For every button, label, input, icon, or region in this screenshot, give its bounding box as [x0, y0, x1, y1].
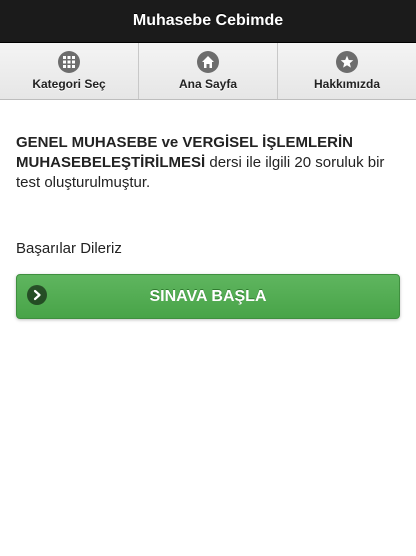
main-content: GENEL MUHASEBE ve VERGİSEL İŞLEMLERİN MU…	[0, 133, 416, 319]
app-header: Muhasebe Cebimde	[0, 0, 416, 43]
nav-item-about[interactable]: Hakkımızda	[278, 43, 416, 99]
greeting-text: Başarılar Dileriz	[16, 240, 122, 257]
nav-label-about: Hakkımızda	[313, 77, 381, 91]
grid-icon	[58, 51, 80, 73]
app-title: Muhasebe Cebimde	[132, 12, 284, 29]
nav-label-home: Ana Sayfa	[178, 77, 238, 91]
arrow-right-icon	[27, 285, 47, 305]
start-exam-button[interactable]: SINAVA BAŞLA	[16, 274, 400, 319]
nav-item-category[interactable]: Kategori Seç	[0, 43, 139, 99]
star-icon	[336, 51, 358, 73]
intro-text: GENEL MUHASEBE ve VERGİSEL İŞLEMLERİN MU…	[16, 133, 400, 193]
nav-item-home[interactable]: Ana Sayfa	[139, 43, 278, 99]
start-exam-label: SINAVA BAŞLA	[149, 287, 267, 305]
nav-bar: Kategori Seç Ana Sayfa Hakkımızda	[0, 43, 416, 100]
nav-label-category: Kategori Seç	[32, 77, 106, 91]
home-icon	[197, 51, 219, 73]
